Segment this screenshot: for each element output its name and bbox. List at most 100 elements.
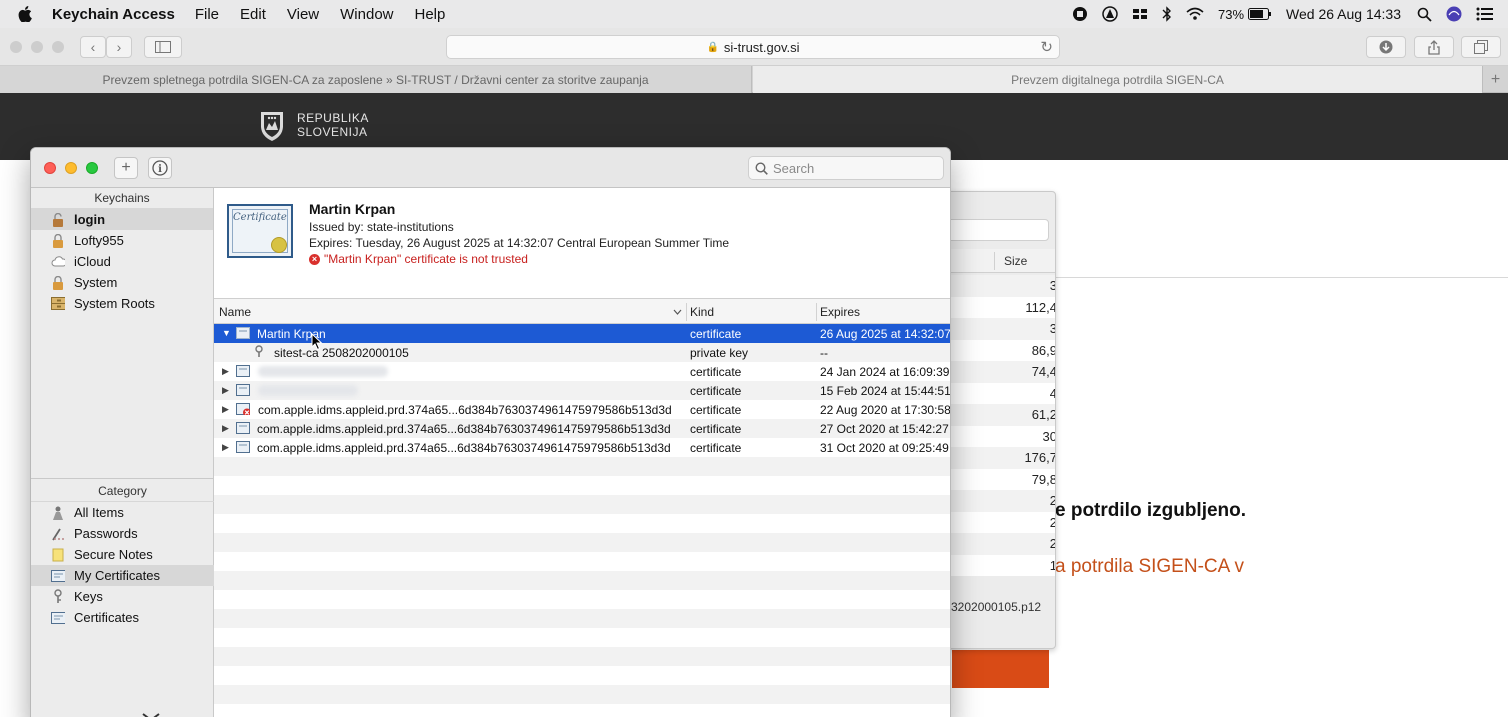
chevron-right-icon: › <box>116 39 122 55</box>
clock[interactable]: Wed 26 Aug 14:33 <box>1286 6 1401 22</box>
wifi-icon[interactable] <box>1186 7 1204 21</box>
sidebar-item-passwords[interactable]: Passwords <box>31 523 214 544</box>
certificate-icon <box>51 611 65 625</box>
sidebar-item-login[interactable]: login <box>31 209 213 230</box>
disclosure-triangle-icon[interactable]: ▶ <box>222 423 229 434</box>
name-column-header[interactable]: Name <box>219 305 251 319</box>
column-separator[interactable] <box>816 303 817 321</box>
row-expires: 22 Aug 2020 at 17:30:58 <box>820 403 951 417</box>
sort-chevron-icon[interactable] <box>673 304 682 318</box>
import-search-field[interactable] <box>941 219 1049 241</box>
controls-icon[interactable] <box>1132 7 1148 21</box>
brand-text[interactable]: REPUBLIKA SLOVENIJA <box>297 111 369 139</box>
battery-icon[interactable] <box>1248 8 1272 20</box>
column-separator[interactable] <box>686 303 687 321</box>
record-icon[interactable] <box>1072 6 1088 22</box>
notification-center-icon[interactable] <box>1476 7 1494 21</box>
expires-column-header[interactable]: Expires <box>820 305 860 319</box>
battery-percent: 73% <box>1218 6 1245 22</box>
back-button[interactable]: ‹ <box>80 36 106 58</box>
downloads-button[interactable] <box>1366 36 1406 58</box>
disclosure-triangle-icon[interactable]: ▶ <box>222 404 229 415</box>
tabs-icon <box>1474 40 1488 54</box>
empty-row <box>214 609 950 628</box>
disclosure-triangle-icon[interactable]: ▶ <box>222 442 229 453</box>
table-row-apple-idms-1[interactable]: ▶ com.apple.idms.appleid.prd.374a65...6d… <box>214 400 951 419</box>
tab-prevzem-digitalnega[interactable]: Prevzem digitalnega potrdila SIGEN-CA <box>753 66 1482 93</box>
search-placeholder: Search <box>773 160 815 176</box>
empty-row <box>214 666 950 685</box>
siri-icon[interactable] <box>1446 6 1462 22</box>
sidebar-toggle-button[interactable] <box>144 36 182 58</box>
add-item-button[interactable]: + <box>114 157 138 179</box>
tabs-overview-button[interactable] <box>1461 36 1501 58</box>
menu-view[interactable]: View <box>287 6 319 23</box>
apple-icon[interactable] <box>18 6 32 22</box>
sidebar-item-system[interactable]: System <box>31 272 213 293</box>
status-icon[interactable] <box>1102 6 1118 22</box>
category-header: Category <box>31 478 214 502</box>
menu-help[interactable]: Help <box>415 6 446 23</box>
table-rows: ▼ Martin Krpan certificate 26 Aug 2025 a… <box>214 324 951 717</box>
table-row-martin-krpan[interactable]: ▼ Martin Krpan certificate 26 Aug 2025 a… <box>214 324 950 343</box>
row-name: com.apple.idms.appleid.prd.374a65...6d38… <box>257 441 671 455</box>
new-tab-button[interactable]: + <box>1482 66 1508 93</box>
bluetooth-icon[interactable] <box>1162 6 1172 22</box>
table-row-blurred-1[interactable]: ▶ certificate 24 Jan 2024 at 16:09:39 <box>214 362 950 381</box>
app-name-menu[interactable]: Keychain Access <box>52 6 175 23</box>
detail-issued-by: Issued by: state-institutions <box>309 220 454 234</box>
browser-zoom-button[interactable] <box>52 41 64 53</box>
orange-action-button[interactable] <box>952 650 1049 688</box>
window-zoom-button[interactable] <box>86 162 98 174</box>
spotlight-search-icon[interactable] <box>1417 7 1432 22</box>
browser-close-button[interactable] <box>10 41 22 53</box>
info-button[interactable]: i <box>148 157 172 179</box>
table-row-private-key[interactable]: sitest-ca 2508202000105 private key -- <box>214 343 950 362</box>
sidebar-item-all-items[interactable]: All Items <box>31 502 214 523</box>
empty-row <box>214 647 950 666</box>
table-row-blurred-2[interactable]: ▶ certificate 15 Feb 2024 at 15:44:51 <box>214 381 950 400</box>
disclosure-triangle-open-icon[interactable]: ▼ <box>222 328 231 338</box>
tab-prevzem-spletnega[interactable]: Prevzem spletnega potrdila SIGEN-CA za z… <box>0 66 752 93</box>
sidebar-item-secure-notes[interactable]: Secure Notes <box>31 544 214 565</box>
tab-bar: Prevzem spletnega potrdila SIGEN-CA za z… <box>0 66 1508 93</box>
window-close-button[interactable] <box>44 162 56 174</box>
sidebar-item-label: login <box>74 212 106 227</box>
sidebar-item-icloud[interactable]: iCloud <box>31 251 213 272</box>
kind-column-header[interactable]: Kind <box>690 305 714 319</box>
sidebar-item-keys[interactable]: Keys <box>31 586 214 607</box>
browser-minimize-button[interactable] <box>31 41 43 53</box>
menu-window[interactable]: Window <box>340 6 393 23</box>
chevron-left-icon: ‹ <box>90 39 96 55</box>
share-icon <box>1428 39 1440 55</box>
certificate-icon <box>236 365 250 377</box>
row-expires: 31 Oct 2020 at 09:25:49 <box>820 441 949 455</box>
detail-expires: Expires: Tuesday, 26 August 2025 at 14:3… <box>309 236 730 250</box>
empty-row <box>214 685 950 704</box>
keychain-search-field[interactable]: Search <box>748 156 944 180</box>
table-row-apple-idms-2[interactable]: ▶ com.apple.idms.appleid.prd.374a65...6d… <box>214 419 950 438</box>
size-column-header[interactable]: Size <box>1004 254 1027 268</box>
page-link-text[interactable]: a potrdila SIGEN-CA v <box>1055 556 1244 578</box>
window-minimize-button[interactable] <box>65 162 77 174</box>
certificate-icon <box>236 441 250 453</box>
svg-text:i: i <box>158 164 162 175</box>
search-icon <box>755 161 768 175</box>
sidebar-item-lofty955[interactable]: Lofty955 <box>31 230 213 251</box>
forward-button[interactable]: › <box>106 36 132 58</box>
share-button[interactable] <box>1414 36 1454 58</box>
slovenia-crest-icon[interactable] <box>259 110 285 142</box>
sidebar-item-system-roots[interactable]: System Roots <box>31 293 213 314</box>
address-bar[interactable]: 🔒 si-trust.gov.si ↻ <box>446 35 1060 59</box>
sidebar-item-my-certificates[interactable]: My Certificates <box>31 565 214 586</box>
disclosure-triangle-icon[interactable]: ▶ <box>222 385 229 396</box>
reload-icon[interactable]: ↻ <box>1040 38 1053 56</box>
row-kind: certificate <box>690 384 742 398</box>
table-row-apple-idms-3[interactable]: ▶ com.apple.idms.appleid.prd.374a65...6d… <box>214 438 950 457</box>
sidebar-item-certificates[interactable]: Certificates <box>31 607 214 628</box>
menu-file[interactable]: File <box>195 6 219 23</box>
key-icon <box>255 345 263 357</box>
disclosure-triangle-icon[interactable]: ▶ <box>222 366 229 377</box>
menu-edit[interactable]: Edit <box>240 6 266 23</box>
row-expires: -- <box>820 346 828 360</box>
